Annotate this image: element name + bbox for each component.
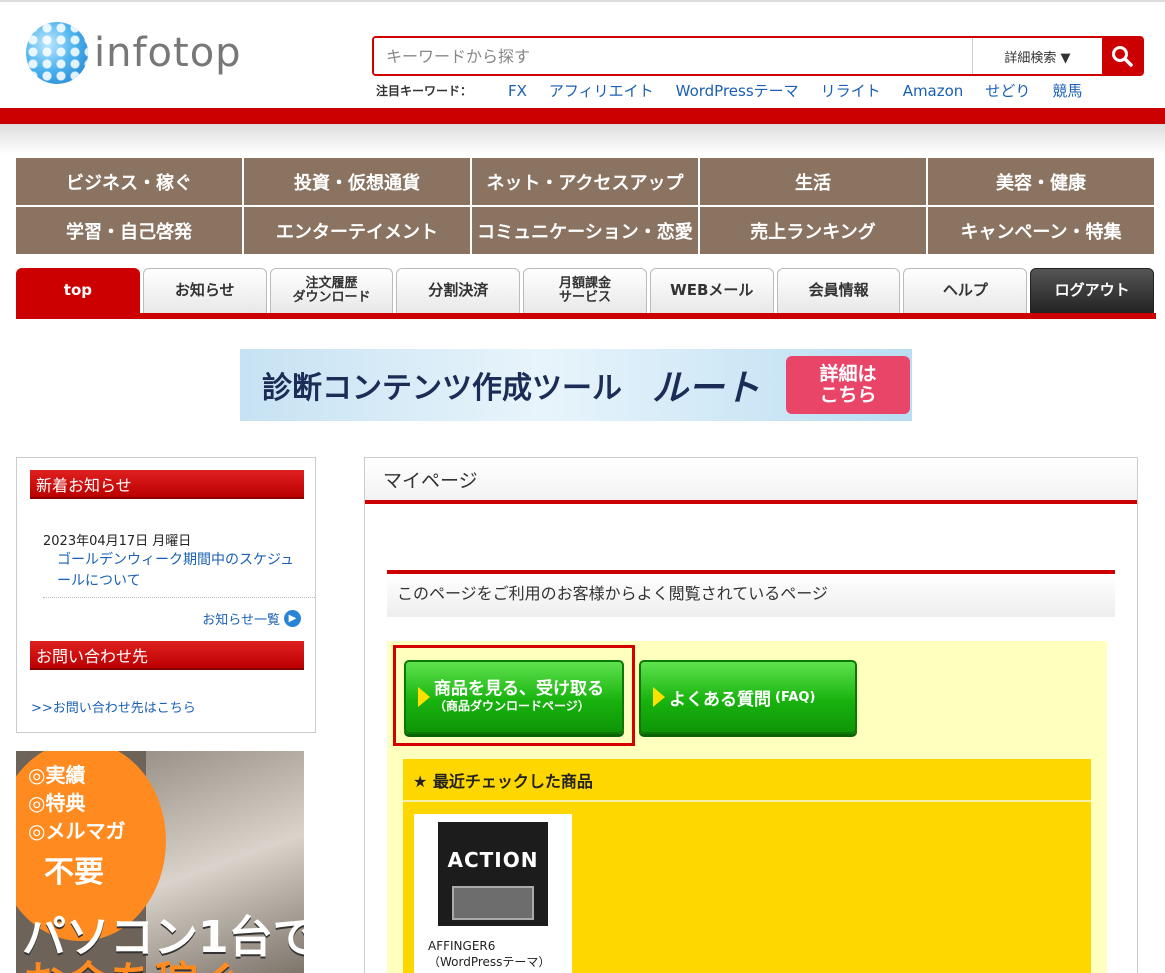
keyword-link[interactable]: FX — [508, 82, 527, 100]
banner-cta-line: こちら — [819, 384, 877, 406]
download-button-sublabel: （商品ダウンロードページ） — [434, 698, 590, 713]
product-thumbnail[interactable]: ACTION — [438, 822, 548, 926]
tab-webmail[interactable]: WEBメール — [649, 268, 774, 313]
tab-top[interactable]: top — [16, 268, 140, 313]
mypage-panel: マイページ このページをご利用のお客様からよく閲覧されているページ 商品を見る、… — [364, 457, 1138, 973]
keyword-link[interactable]: アフィリエイト — [549, 80, 654, 101]
tab-label: サービス — [559, 290, 612, 305]
category-investment[interactable]: 投資・仮想通貨 — [244, 158, 470, 205]
product-name-line: （WordPressテーマ） — [428, 955, 551, 970]
keyword-link[interactable]: せどり — [985, 80, 1030, 101]
category-entertainment[interactable]: エンターテイメント — [244, 207, 470, 254]
featured-keywords: 注目キーワード： FX アフィリエイト WordPressテーマ リライト Am… — [376, 80, 1082, 101]
sidebar-ad-banner[interactable]: ◎実績 ◎特典 ◎メルマガ 不要 パソコン1台で お金を稼ぐ — [16, 751, 304, 973]
ad-item-text: メルマガ — [45, 819, 126, 843]
category-campaign[interactable]: キャンペーン・特集 — [928, 207, 1154, 254]
triangle-right-icon — [418, 687, 430, 707]
category-communication[interactable]: コミュニケーション・恋愛 — [472, 207, 698, 254]
category-net-access[interactable]: ネット・アクセスアップ — [472, 158, 698, 205]
download-page-button[interactable]: 商品を見る、受け取る （商品ダウンロードページ） — [404, 660, 624, 734]
ad-item: ◎実績 — [28, 763, 86, 787]
contact-heading: お問い合わせ先 — [30, 641, 304, 670]
news-list-label: お知らせ一覧 — [202, 613, 280, 628]
product-name-line: AFFINGER6 — [428, 939, 496, 953]
keyword-link[interactable]: リライト — [821, 80, 881, 101]
search-input[interactable] — [374, 38, 972, 74]
ad-headline-2: お金を稼ぐ — [22, 947, 242, 973]
faq-button-suffix: (FAQ) — [775, 689, 816, 705]
faq-button[interactable]: よくある質問 (FAQ) — [639, 660, 857, 734]
tab-label: ダウンロード — [292, 290, 371, 305]
popular-pages-area: 商品を見る、受け取る （商品ダウンロードページ） よくある質問 (FAQ) ★ … — [387, 641, 1107, 973]
banner-logo: ルート — [652, 368, 761, 409]
category-beauty-health[interactable]: 美容・健康 — [928, 158, 1154, 205]
triangle-right-icon — [653, 687, 665, 707]
ad-item: ◎メルマガ — [28, 819, 126, 843]
product-card[interactable]: ACTION AFFINGER6 （WordPressテーマ） — [414, 814, 572, 973]
tab-installment[interactable]: 分割決済 — [396, 268, 521, 313]
tab-subscription[interactable]: 月額課金 サービス — [523, 268, 647, 313]
header-red-band — [0, 108, 1165, 124]
tabs-underline — [16, 313, 1156, 319]
news-link[interactable]: ゴールデンウィーク期間中のスケジュールについて — [57, 550, 307, 592]
news-date: 2023年04月17日 月曜日 — [43, 534, 192, 549]
tab-member-info[interactable]: 会員情報 — [776, 268, 901, 313]
header-shadow-band — [0, 124, 1165, 154]
search-bar: 詳細検索 ▼ — [372, 36, 1144, 76]
category-life[interactable]: 生活 — [700, 158, 926, 205]
promo-banner[interactable]: 診断コンテンツ作成ツール ルート 詳細は こちら — [240, 349, 912, 421]
keyword-link[interactable]: Amazon — [903, 82, 964, 100]
ad-item: ◎特典 — [28, 791, 86, 815]
news-divider — [43, 597, 315, 598]
category-learning[interactable]: 学習・自己啓発 — [16, 207, 242, 254]
banner-cta-line: 詳細は — [819, 363, 877, 386]
sidebar-box: 新着お知らせ 2023年04月17日 月曜日 ゴールデンウィーク期間中のスケジュ… — [16, 457, 316, 733]
product-name[interactable]: AFFINGER6 （WordPressテーマ） — [428, 938, 550, 970]
advanced-search-button[interactable]: 詳細検索 ▼ — [972, 38, 1102, 74]
faq-button-label: よくある質問 — [669, 689, 771, 710]
category-sales-ranking[interactable]: 売上ランキング — [700, 207, 926, 254]
site-header: infotop 詳細検索 ▼ 注目キーワード： FX アフィリエイト WordP… — [0, 0, 1165, 108]
banner-text: 診断コンテンツ作成ツール — [262, 371, 622, 406]
ad-item-text: 特典 — [45, 791, 86, 815]
logo-text: infotop — [94, 30, 242, 76]
keywords-label: 注目キーワード： — [376, 84, 473, 98]
tab-logout[interactable]: ログアウト — [1030, 268, 1155, 313]
ad-item-text: 実績 — [45, 763, 86, 787]
thumbnail-title: ACTION — [447, 848, 539, 872]
search-button[interactable] — [1102, 38, 1142, 74]
ad-unneeded: 不要 — [44, 855, 104, 890]
logo-globe-icon — [26, 22, 88, 84]
tab-order-history[interactable]: 注文履歴 ダウンロード — [269, 268, 394, 313]
tab-news[interactable]: お知らせ — [142, 268, 267, 313]
page-title: マイページ — [365, 458, 1137, 504]
category-business[interactable]: ビジネス・稼ぐ — [16, 158, 242, 205]
banner-detail-button[interactable]: 詳細は こちら — [786, 356, 910, 414]
popular-pages-heading: このページをご利用のお客様からよく閲覧されているページ — [387, 570, 1115, 617]
keyword-link[interactable]: 競馬 — [1052, 80, 1082, 101]
keyword-link[interactable]: WordPressテーマ — [676, 80, 799, 101]
news-list-link[interactable]: お知らせ一覧 ▶ — [202, 609, 301, 628]
tab-help[interactable]: ヘルプ — [903, 268, 1028, 313]
arrow-right-circle-icon: ▶ — [284, 610, 301, 627]
recent-products: ★ 最近チェックした商品 ACTION AFFINGER6 （WordPress… — [403, 759, 1091, 973]
site-logo[interactable]: infotop — [26, 22, 242, 84]
thumbnail-devices-image — [452, 886, 534, 920]
recent-products-heading: ★ 最近チェックした商品 — [403, 759, 1091, 802]
search-icon — [1112, 46, 1133, 67]
category-nav: ビジネス・稼ぐ 投資・仮想通貨 ネット・アクセスアップ 生活 美容・健康 学習・… — [16, 158, 1154, 254]
contact-link[interactable]: >>お問い合わせ先はこちら — [31, 697, 196, 716]
download-button-label: 商品を見る、受け取る — [434, 679, 604, 700]
news-heading: 新着お知らせ — [30, 470, 304, 499]
